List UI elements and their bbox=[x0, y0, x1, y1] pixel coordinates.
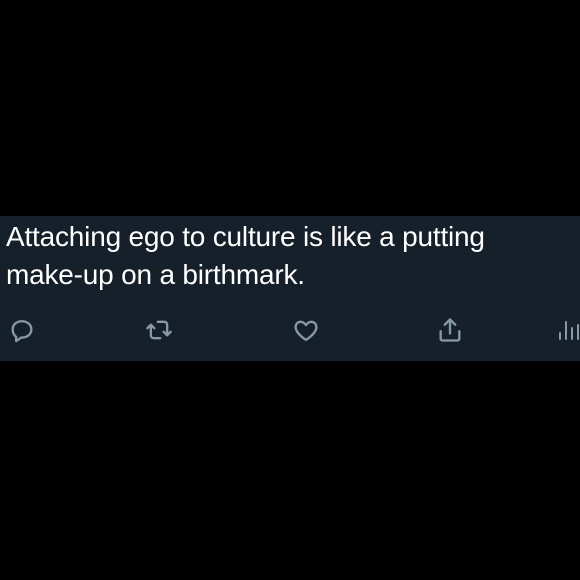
tweet-card[interactable]: Attaching ego to culture is like a putti… bbox=[0, 216, 580, 361]
tweet-action-bar bbox=[0, 308, 580, 348]
retweet-button[interactable] bbox=[143, 314, 175, 346]
analytics-button[interactable] bbox=[556, 314, 580, 346]
tweet-text: Attaching ego to culture is like a putti… bbox=[6, 221, 485, 290]
analytics-bars-icon bbox=[559, 321, 579, 340]
comment-bubble-icon bbox=[11, 320, 33, 343]
share-button[interactable] bbox=[434, 314, 466, 346]
screen: Attaching ego to culture is like a putti… bbox=[0, 0, 580, 580]
reply-button[interactable] bbox=[6, 314, 38, 346]
share-icon bbox=[439, 318, 461, 342]
like-button[interactable] bbox=[290, 314, 322, 346]
retweet-icon bbox=[146, 320, 172, 340]
heart-icon bbox=[294, 320, 318, 342]
